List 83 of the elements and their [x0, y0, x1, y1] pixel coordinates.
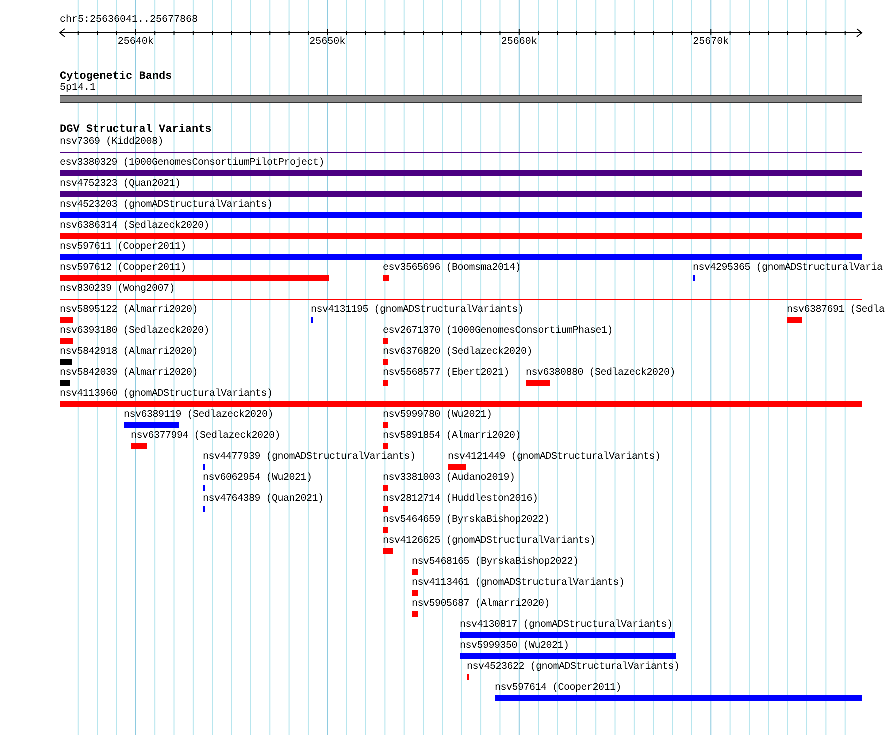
variant-bar[interactable]	[787, 317, 802, 323]
variant-label: nsv4295365 (gnomADStructuralVaria	[693, 263, 883, 274]
variant-bar[interactable]	[383, 275, 389, 281]
variant-bar[interactable]	[60, 401, 862, 407]
variant-label: nsv7369 (Kidd2008)	[60, 137, 164, 148]
variant-bar[interactable]	[412, 569, 418, 575]
variant-bar[interactable]	[60, 359, 72, 365]
region-label: chr5:25636041..25677868	[60, 15, 198, 27]
tick-label: 25670k	[693, 37, 730, 49]
variant-bar[interactable]	[383, 485, 388, 491]
variant-label: nsv6377994 (Sedlazeck2020)	[131, 431, 281, 442]
variant-bar[interactable]	[60, 191, 862, 197]
band-label: 5p14.1	[60, 83, 96, 95]
variant-bar[interactable]	[60, 170, 862, 176]
variant-label: nsv2812714 (Huddleston2016)	[383, 494, 538, 505]
variant-bar[interactable]	[383, 527, 388, 533]
variant-label: nsv4113461 (gnomADStructuralVariants)	[412, 578, 625, 589]
variant-label: esv2671370 (1000GenomesConsortiumPhase1)	[383, 326, 614, 337]
variant-label: nsv6062954 (Wu2021)	[203, 473, 312, 484]
variant-label: nsv5468165 (ByrskaBishop2022)	[412, 557, 579, 568]
track-title: Cytogenetic Bands	[60, 71, 172, 83]
variant-label: nsv5999350 (Wu2021)	[460, 641, 570, 652]
variant-label: nsv4121449 (gnomADStructuralVariants)	[448, 452, 661, 463]
variant-bar[interactable]	[60, 317, 73, 323]
variant-label: nsv6389119 (Sedlazeck2020)	[124, 410, 274, 421]
variant-bar[interactable]	[383, 380, 388, 386]
variant-bar[interactable]	[460, 653, 676, 659]
variant-label: nsv6386314 (Sedlazeck2020)	[60, 221, 210, 232]
variant-label: esv3565696 (Boomsma2014)	[383, 263, 522, 274]
variant-label: nsv597612 (Cooper2011)	[60, 263, 187, 274]
variant-label: nsv4131195 (gnomADStructuralVariants)	[311, 305, 524, 316]
variant-bar[interactable]	[383, 422, 388, 428]
variant-label: nsv6380880 (Sedlazeck2020)	[526, 368, 676, 379]
variant-bar[interactable]	[412, 611, 418, 617]
variant-bar[interactable]	[60, 380, 70, 386]
variant-bar[interactable]	[60, 254, 862, 260]
variant-label: nsv4126625 (gnomADStructuralVariants)	[383, 536, 596, 547]
variant-bar[interactable]	[60, 275, 329, 281]
track-title: DGV Structural Variants	[60, 124, 212, 136]
variant-bar[interactable]	[60, 212, 862, 218]
variant-bar[interactable]	[412, 590, 418, 596]
variant-label: nsv6376820 (Sedlazeck2020)	[383, 347, 533, 358]
variant-line[interactable]	[60, 152, 862, 153]
variant-label: nsv5842039 (Almarri2020)	[60, 368, 198, 379]
variant-label: esv3380329 (1000GenomesConsortiumPilotProject)	[60, 158, 325, 169]
variant-bar[interactable]	[383, 548, 393, 554]
variant-label: nsv4764389 (Quan2021)	[203, 494, 324, 505]
variant-label: nsv6387691 (Sedla	[787, 305, 885, 316]
variant-label: nsv4477939 (gnomADStructuralVariants)	[203, 452, 416, 463]
tick-label: 25650k	[310, 37, 346, 49]
variant-label: nsv4523203 (gnomADStructuralVariants)	[60, 200, 273, 211]
variant-bar[interactable]	[60, 338, 73, 344]
variant-bar[interactable]	[383, 359, 388, 365]
variant-label: nsv4113960 (gnomADStructuralVariants)	[60, 389, 273, 400]
variant-label: nsv5999780 (Wu2021)	[383, 410, 492, 421]
chromosome-band[interactable]	[60, 95, 862, 103]
tick-label: 25660k	[501, 37, 538, 49]
variant-bar[interactable]	[526, 380, 550, 386]
variant-label: nsv5905687 (Almarri2020)	[412, 599, 550, 610]
variant-label: nsv3381003 (Audano2019)	[383, 473, 516, 484]
variant-label: nsv5895122 (Almarri2020)	[60, 305, 198, 316]
variant-label: nsv4130817 (gnomADStructuralVariants)	[460, 620, 673, 631]
variant-bar[interactable]	[460, 632, 675, 638]
variant-label: nsv5568577 (Ebert2021)	[383, 368, 510, 379]
variant-label: nsv5891854 (Almarri2020)	[383, 431, 522, 442]
variant-label: nsv597614 (Cooper2011)	[495, 683, 622, 694]
variant-label: nsv5464659 (ByrskaBishop2022)	[383, 515, 550, 526]
variant-label: nsv6393180 (Sedlazeck2020)	[60, 326, 210, 337]
variant-bar[interactable]	[383, 506, 388, 512]
variant-label: nsv5842918 (Almarri2020)	[60, 347, 198, 358]
variant-bar[interactable]	[448, 464, 466, 470]
variant-bar[interactable]	[60, 233, 862, 239]
variant-label: nsv830239 (Wong2007)	[60, 284, 176, 295]
variant-bar[interactable]	[383, 338, 388, 344]
variant-label: nsv4523622 (gnomADStructuralVariants)	[467, 662, 680, 673]
variant-bar[interactable]	[124, 422, 179, 428]
variant-label: nsv597611 (Cooper2011)	[60, 242, 187, 253]
tick-label: 25640k	[118, 37, 154, 49]
variant-bar[interactable]	[495, 695, 862, 701]
variant-label: nsv4752323 (Quan2021)	[60, 179, 181, 190]
variant-line[interactable]	[60, 299, 862, 300]
variant-bar[interactable]	[131, 443, 147, 449]
variant-bar[interactable]	[383, 443, 388, 449]
